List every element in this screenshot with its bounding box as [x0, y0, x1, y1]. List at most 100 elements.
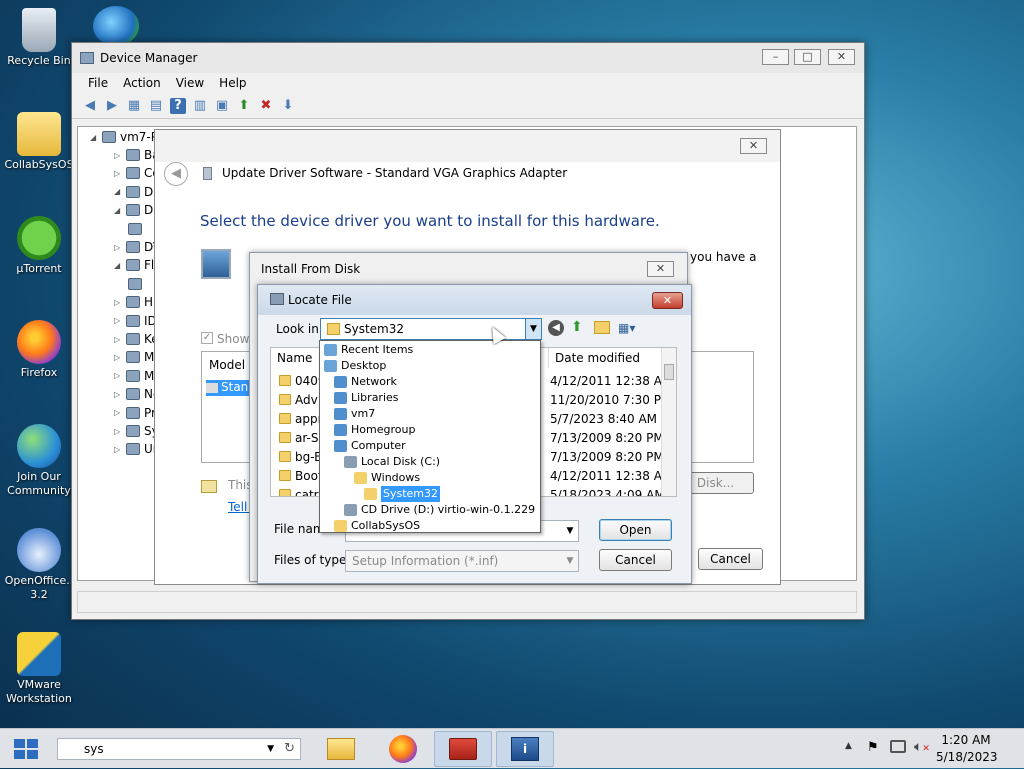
system-clock[interactable]: 1:20 AM 5/18/2023	[936, 732, 998, 766]
taskbar-firefox[interactable]	[374, 731, 432, 767]
show-hidden-icons-icon[interactable]: ▲	[845, 741, 852, 751]
scan-hardware-icon[interactable]: ▣	[214, 98, 230, 114]
install-from-disk-close-button[interactable]: ✕	[647, 261, 674, 277]
console-tree-icon[interactable]: ▦	[126, 98, 142, 114]
expand-icon[interactable]: ▷	[114, 243, 122, 252]
tree-item[interactable]	[128, 220, 146, 238]
look-in-option[interactable]: Windows	[354, 470, 420, 486]
look-in-option[interactable]: CollabSysOS	[334, 518, 420, 534]
expand-icon[interactable]: ◢	[114, 206, 122, 215]
file-row[interactable]: bg-B	[279, 447, 322, 466]
update-driver-icon[interactable]: ⬆	[236, 98, 252, 114]
tree-item[interactable]: ◢ Di	[114, 183, 157, 201]
tree-item[interactable]: ▷ ID	[114, 312, 157, 330]
tree-item[interactable]: ▷ Co	[114, 164, 160, 182]
taskbar-search-input[interactable]: sys ▼ ↻	[57, 738, 301, 760]
chevron-down-icon[interactable]: ▼	[562, 551, 578, 571]
download-manager-icon[interactable]	[93, 6, 139, 46]
back-icon[interactable]: ◀	[548, 320, 564, 336]
look-in-option[interactable]: Homegroup	[334, 422, 415, 438]
network-icon[interactable]	[890, 740, 906, 753]
tree-item[interactable]: ▷ M	[114, 348, 154, 366]
column-date-modified[interactable]: Date modified	[549, 348, 665, 368]
taskbar-device-manager[interactable]: i	[496, 731, 554, 767]
locate-file-close-button[interactable]: ✕	[652, 292, 683, 309]
expand-icon[interactable]: ▷	[114, 353, 122, 362]
look-in-combo[interactable]: System32 ▼	[320, 318, 542, 340]
files-of-type-select[interactable]: Setup Information (*.inf) ▼	[345, 550, 579, 572]
expand-icon[interactable]: ▷	[114, 445, 122, 454]
uninstall-icon[interactable]: ✖	[258, 98, 274, 114]
look-in-option[interactable]: CD Drive (D:) virtio-win-0.1.229	[344, 502, 535, 518]
tree-item[interactable]: ▷ M	[114, 367, 154, 385]
menu-help[interactable]: Help	[219, 76, 246, 90]
wizard-close-button[interactable]: ✕	[740, 138, 767, 154]
back-icon[interactable]: ◀	[82, 98, 98, 114]
locate-cancel-button[interactable]: Cancel	[599, 549, 672, 571]
expand-icon[interactable]: ◢	[114, 187, 122, 196]
file-row[interactable]: appr	[279, 409, 323, 428]
help-icon[interactable]: ?	[170, 97, 186, 114]
chevron-down-icon[interactable]: ▼	[525, 319, 541, 339]
minimize-button[interactable]: –	[762, 49, 789, 65]
new-folder-icon[interactable]	[594, 321, 610, 334]
chevron-down-icon[interactable]: ▼	[562, 521, 578, 541]
chevron-down-icon[interactable]: ▼	[267, 739, 274, 759]
expand-icon[interactable]: ▷	[114, 151, 122, 160]
menu-file[interactable]: File	[88, 76, 108, 90]
file-row[interactable]: ar-S	[279, 428, 318, 447]
look-in-option[interactable]: Local Disk (C:)	[344, 454, 440, 470]
show-compatible-checkbox[interactable]: ✓ Show	[201, 332, 249, 346]
expand-icon[interactable]: ▷	[114, 371, 122, 380]
tree-root[interactable]: ◢ vm7-P	[90, 128, 158, 146]
expand-icon[interactable]: ▷	[114, 427, 122, 436]
start-button[interactable]	[0, 729, 52, 769]
refresh-icon[interactable]: ↻	[284, 739, 295, 759]
tree-item[interactable]: ▷ Ur	[114, 440, 158, 458]
up-folder-icon[interactable]: ⬆	[571, 319, 587, 335]
expand-icon[interactable]: ▷	[114, 408, 122, 417]
enable-device-icon[interactable]: ⬇	[280, 98, 296, 114]
look-in-option[interactable]: Recent Items	[324, 342, 413, 358]
look-in-option[interactable]: Network	[334, 374, 397, 390]
taskbar-explorer[interactable]	[312, 731, 370, 767]
open-button[interactable]: Open	[599, 519, 672, 541]
menu-action[interactable]: Action	[123, 76, 161, 90]
file-list-scrollbar[interactable]	[661, 348, 676, 496]
desktop-icon-openoffice[interactable]: OpenOffice.. 3.2	[0, 528, 78, 602]
properties-icon[interactable]: ▤	[148, 98, 164, 114]
desktop-icon-recycle-bin[interactable]: Recycle Bin	[0, 8, 78, 68]
expand-icon[interactable]: ▷	[114, 298, 122, 307]
close-button[interactable]: ✕	[828, 49, 855, 65]
look-in-option[interactable]: Computer	[334, 438, 406, 454]
desktop-icon-collabsysos[interactable]: CollabSysOS	[0, 112, 78, 172]
file-row[interactable]: Adv	[279, 390, 318, 409]
menu-view[interactable]: View	[176, 76, 204, 90]
expand-icon[interactable]: ▷	[114, 316, 122, 325]
tree-item[interactable]: ◢ Fl	[114, 256, 154, 274]
look-in-option[interactable]: Libraries	[334, 390, 399, 406]
wizard-back-icon[interactable]: ◀	[164, 162, 188, 186]
maximize-button[interactable]: □	[794, 49, 821, 65]
volume-muted-icon[interactable]: 🔈︎✕	[914, 739, 930, 755]
tree-item[interactable]	[128, 275, 146, 293]
desktop-icon-vmware[interactable]: VMware Workstation	[0, 632, 78, 706]
look-in-option[interactable]: vm7	[334, 406, 375, 422]
desktop-icon-join-community[interactable]: Join Our Community	[0, 424, 78, 498]
expand-icon[interactable]: ▷	[114, 335, 122, 344]
tree-item[interactable]: ▷ Ba	[114, 146, 160, 164]
desktop-icon-firefox[interactable]: Firefox	[0, 320, 78, 380]
tree-item[interactable]: ◢ Di	[114, 201, 157, 219]
tree-item[interactable]: ▷ Pr	[114, 404, 156, 422]
expand-icon[interactable]: ▷	[114, 390, 122, 399]
expand-icon[interactable]: ▷	[114, 169, 122, 178]
tree-item[interactable]: ▷ Ke	[114, 330, 159, 348]
view-icon[interactable]: ▥	[192, 98, 208, 114]
look-in-option[interactable]: Desktop	[324, 358, 386, 374]
view-menu-icon[interactable]: ▦▾	[618, 321, 642, 335]
forward-icon[interactable]: ▶	[104, 98, 120, 114]
flag-icon[interactable]: ⚑	[867, 740, 879, 755]
wizard-cancel-button[interactable]: Cancel	[698, 548, 763, 570]
taskbar-toolbox[interactable]	[434, 731, 492, 767]
desktop-icon-utorrent[interactable]: µTorrent	[0, 216, 78, 276]
